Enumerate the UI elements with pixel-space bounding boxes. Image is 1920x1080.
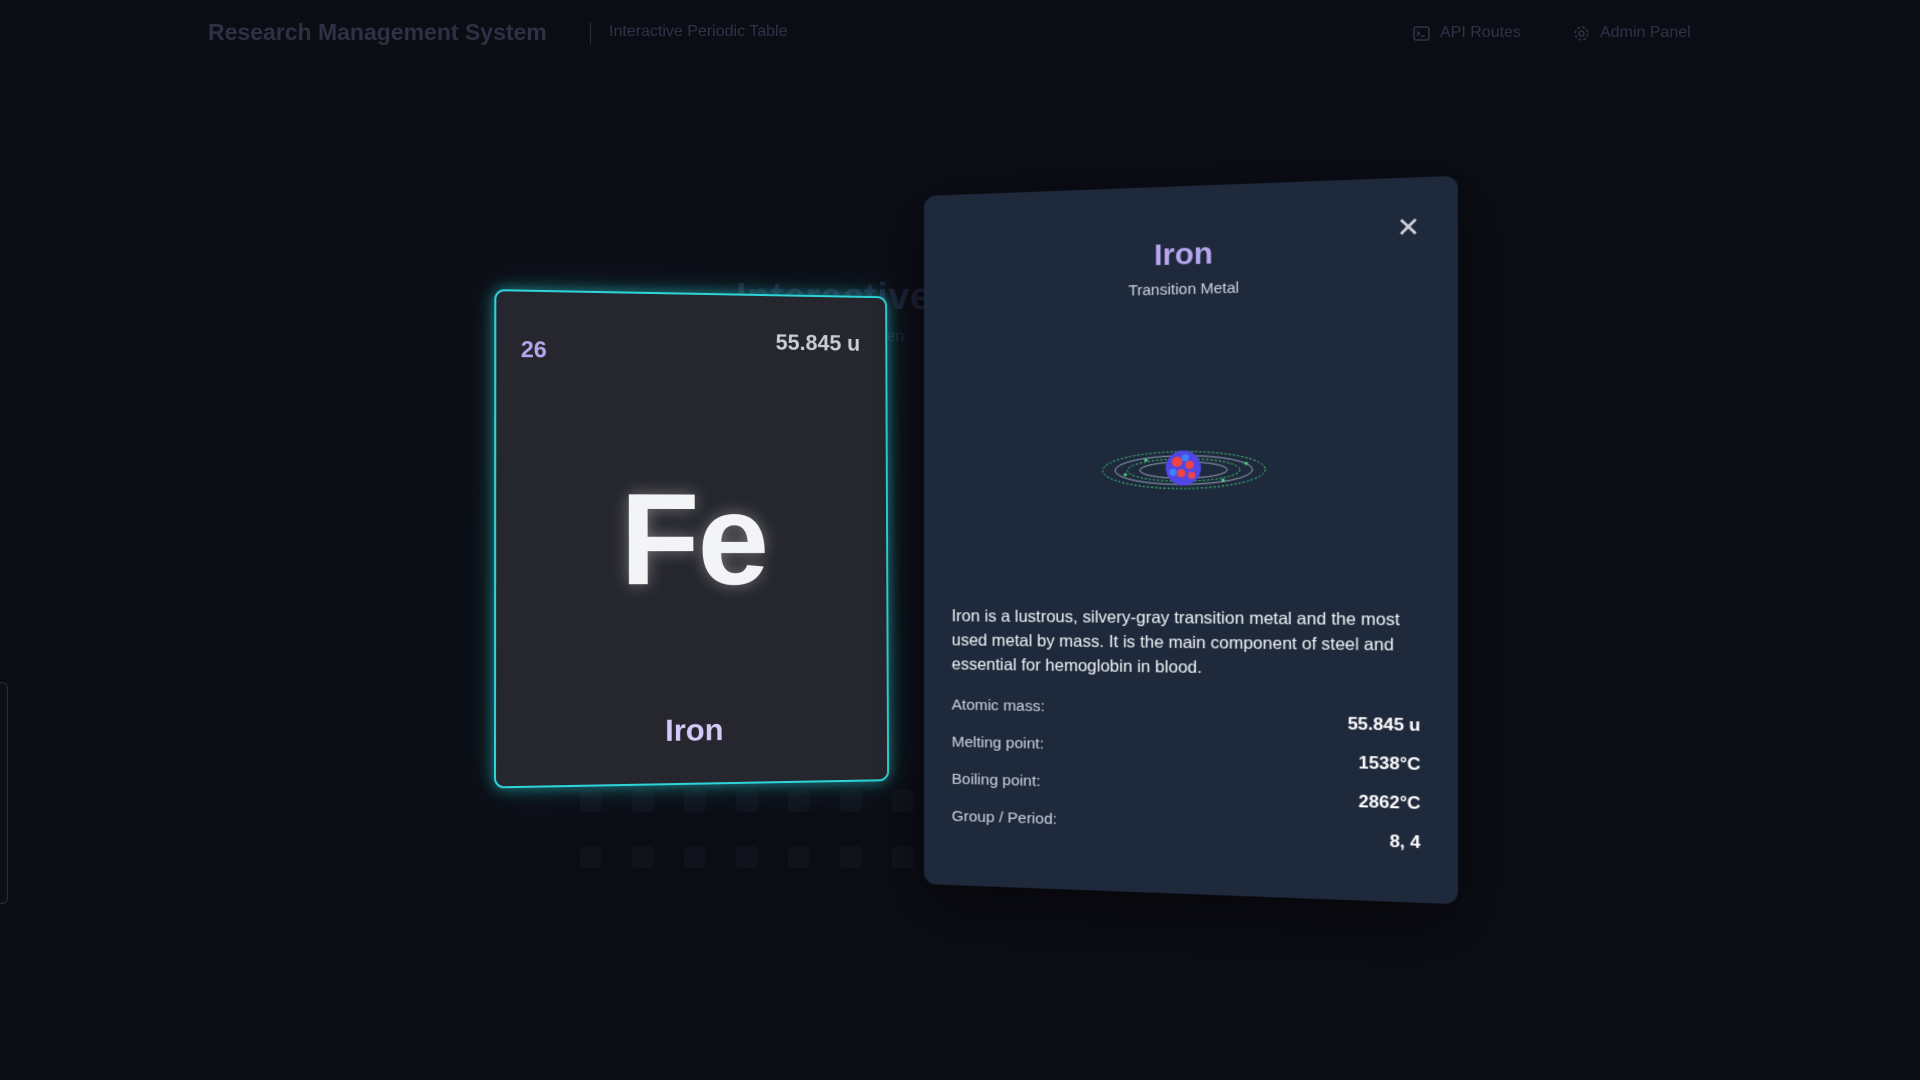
background-tile xyxy=(736,846,758,868)
background-tile xyxy=(892,846,914,868)
background-tile xyxy=(580,790,602,812)
page-subtitle: Interactive Periodic Table xyxy=(609,23,788,40)
background-tile xyxy=(632,846,654,868)
property-label: Group / Period: xyxy=(951,807,1058,829)
element-description: Iron is a lustrous, silvery-gray transit… xyxy=(951,607,1400,678)
element-detail-panel: ✕ Iron Transition Metal Iron is a lustro… xyxy=(924,175,1458,905)
background-tile xyxy=(840,846,862,868)
element-card[interactable]: 26 55.845 u Fe Iron xyxy=(493,289,890,789)
detail-title: Iron xyxy=(1153,236,1213,273)
background-tile xyxy=(684,790,706,812)
property-value: 1538°C xyxy=(1358,752,1421,775)
api-routes-label: API Routes xyxy=(1440,24,1521,41)
atomic-number: 26 xyxy=(520,335,547,363)
background-tile xyxy=(580,846,602,868)
api-routes-link[interactable]: API Routes xyxy=(1399,16,1535,50)
atom-model-icon xyxy=(1101,432,1268,505)
element-symbol: Fe xyxy=(620,465,768,613)
background-tile xyxy=(788,846,810,868)
property-label: Boiling point: xyxy=(951,770,1041,791)
background-tile xyxy=(632,790,654,812)
property-value: 8, 4 xyxy=(1389,831,1421,853)
background-tile xyxy=(840,790,862,812)
page: Research Management System Interactive P… xyxy=(0,0,1920,1080)
background-tile xyxy=(684,846,706,868)
admin-panel-link[interactable]: Admin Panel xyxy=(1559,16,1705,50)
atomic-mass: 55.845 u xyxy=(775,329,861,356)
background-tile xyxy=(736,790,758,812)
element-name: Iron xyxy=(665,711,724,748)
terminal-icon xyxy=(1413,25,1430,41)
property-label: Melting point: xyxy=(951,733,1044,753)
property-value: 2862°C xyxy=(1358,791,1421,814)
admin-panel-label: Admin Panel xyxy=(1600,24,1691,41)
property-value: 55.845 u xyxy=(1347,713,1421,736)
element-properties: Atomic mass: 55.845 u Melting point: 153… xyxy=(952,696,1421,860)
property-label: Atomic mass: xyxy=(951,696,1045,716)
side-drawer-tab[interactable] xyxy=(0,682,8,904)
gear-icon xyxy=(1574,25,1589,41)
header-divider xyxy=(590,22,591,44)
element-category: Transition Metal xyxy=(1128,279,1239,300)
background-tile xyxy=(892,790,914,812)
top-navbar: Research Management System Interactive P… xyxy=(0,0,1920,66)
background-tile xyxy=(788,790,810,812)
app-title[interactable]: Research Management System xyxy=(208,19,547,46)
